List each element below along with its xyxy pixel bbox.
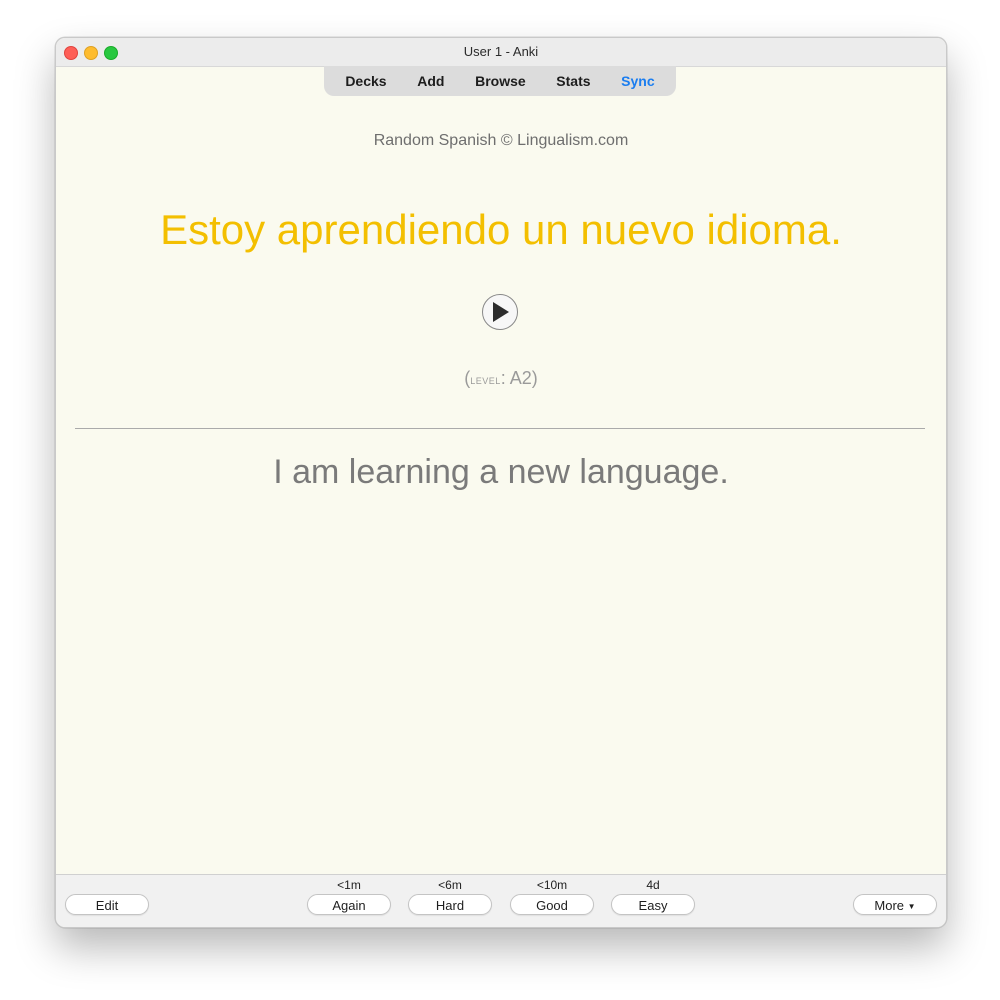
hard-interval: <6m: [438, 878, 462, 892]
level-value: A2: [509, 368, 532, 388]
level-close-paren: ): [531, 368, 538, 388]
card-level: (level: A2): [56, 368, 946, 389]
play-icon[interactable]: [482, 294, 518, 330]
level-sep: :: [500, 368, 510, 388]
title-bar: User 1 - Anki: [56, 38, 946, 67]
review-bottom-bar: Edit <1m Again <6m Hard <10m Good 4d Eas…: [56, 874, 946, 927]
card-attribution: Random Spanish © Lingualism.com: [373, 132, 629, 149]
play-triangle-icon: [493, 302, 509, 322]
window-title: User 1 - Anki: [463, 44, 539, 59]
level-label: level: [470, 372, 501, 387]
close-window-button[interactable]: [64, 46, 78, 60]
toolbar-stats[interactable]: Stats: [548, 73, 598, 89]
toolbar-add[interactable]: Add: [409, 73, 452, 89]
again-interval: <1m: [337, 878, 361, 892]
anki-window: User 1 - Anki Random Spanish © Lingualis…: [55, 37, 947, 928]
edit-button[interactable]: Edit: [65, 894, 149, 915]
main-toolbar: Decks Add Browse Stats Sync: [324, 66, 676, 96]
good-interval: <10m: [536, 878, 568, 892]
card-view: Random Spanish © Lingualism.com Estoy ap…: [56, 66, 946, 874]
toolbar-decks[interactable]: Decks: [337, 73, 394, 89]
minimize-window-button[interactable]: [84, 46, 98, 60]
hard-button[interactable]: Hard: [408, 894, 492, 915]
toolbar-sync[interactable]: Sync: [613, 73, 662, 89]
more-label: More: [874, 898, 905, 913]
more-button[interactable]: More ▼: [853, 894, 937, 915]
card-back-text: I am learning a new language.: [273, 453, 729, 491]
toolbar-browse[interactable]: Browse: [467, 73, 534, 89]
caret-down-icon: ▼: [907, 902, 916, 912]
easy-button[interactable]: Easy: [611, 894, 695, 915]
maximize-window-button[interactable]: [104, 46, 118, 60]
good-button[interactable]: Good: [510, 894, 594, 915]
card-front-text: Estoy aprendiendo un nuevo idioma.: [160, 206, 842, 253]
again-button[interactable]: Again: [307, 894, 391, 915]
easy-interval: 4d: [646, 878, 660, 892]
answer-divider: [75, 428, 925, 429]
